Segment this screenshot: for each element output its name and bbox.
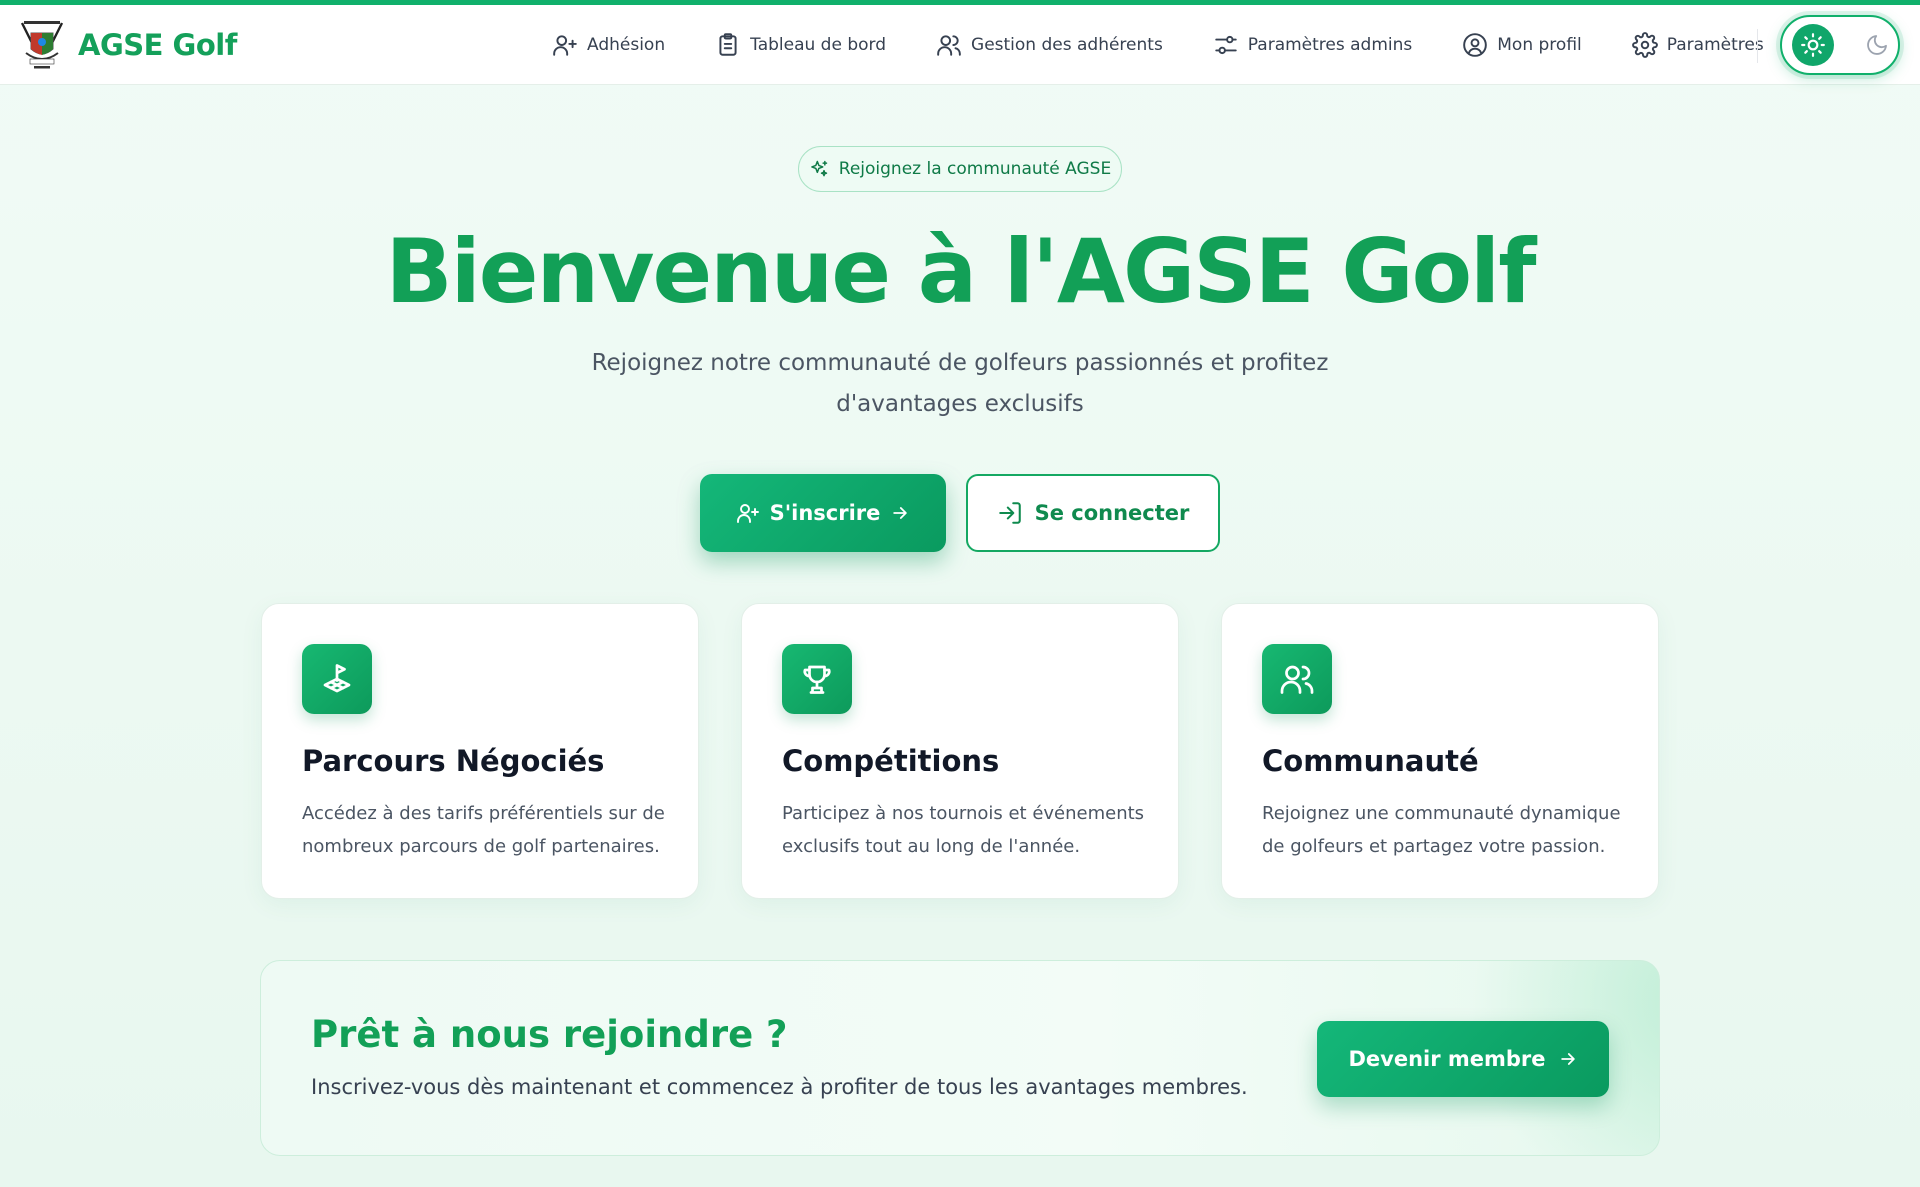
- become-member-button[interactable]: Devenir membre: [1317, 1021, 1609, 1097]
- feature-description-line: Participez à nos tournois et événements: [782, 803, 1145, 824]
- login-button-label: Se connecter: [1034, 501, 1190, 525]
- feature-description-line: Rejoignez une communauté dynamique: [1262, 803, 1621, 824]
- feature-title: Compétitions: [782, 744, 1000, 778]
- badge-text: Rejoignez la communauté AGSE: [838, 159, 1112, 179]
- nav-item-mon-profil[interactable]: Mon profil: [1462, 32, 1582, 58]
- users-icon: [1280, 665, 1314, 694]
- theme-toggle[interactable]: [1780, 15, 1900, 75]
- feature-description: Rejoignez une communauté dynamique de go…: [1262, 797, 1637, 863]
- signup-button-label: S'inscrire: [769, 501, 881, 525]
- nav-divider: [1757, 29, 1758, 63]
- user-circle-icon: [1463, 33, 1488, 57]
- log-in-icon: [998, 502, 1021, 524]
- nav-label: Tableau de bord: [750, 35, 887, 55]
- nav-label: Paramètres admins: [1247, 35, 1413, 55]
- nav-item-adhesion[interactable]: Adhésion: [552, 32, 665, 58]
- arrow-right-icon: [893, 507, 908, 519]
- feature-icon-badge: [1262, 644, 1332, 714]
- user-plus-icon: [736, 504, 759, 523]
- brand[interactable]: AGSE Golf: [18, 19, 237, 71]
- feature-card-competitions: Compétitions Participez à nos tournois e…: [741, 603, 1179, 899]
- sliders-icon: [1215, 35, 1237, 55]
- hero-subtitle-line2: d'avantages exclusifs: [836, 391, 1084, 417]
- light-mode-button[interactable]: [1792, 24, 1834, 66]
- nav-item-parametres[interactable]: Paramètres: [1631, 32, 1764, 58]
- feature-card-parcours: Parcours Négociés Accédez à des tarifs p…: [261, 603, 699, 899]
- dark-mode-button[interactable]: [1862, 30, 1892, 60]
- golf-flag-icon: [323, 664, 351, 693]
- become-member-label: Devenir membre: [1348, 1047, 1546, 1071]
- feature-icon-badge: [782, 644, 852, 714]
- cta-banner: Prêt à nous rejoindre ? Inscrivez-vous d…: [260, 960, 1660, 1156]
- nav-label: Mon profil: [1497, 35, 1582, 55]
- arrow-right-icon: [1560, 1053, 1575, 1065]
- user-plus-icon: [553, 35, 577, 56]
- nav-label: Adhésion: [587, 35, 666, 55]
- feature-description-line: Accédez à des tarifs préférentiels sur d…: [302, 803, 665, 824]
- hero-subtitle-line1: Rejoignez notre communauté de golfeurs p…: [591, 350, 1329, 376]
- feature-icon-badge: [302, 644, 372, 714]
- gear-icon: [1631, 32, 1658, 58]
- clipboard-icon: [719, 33, 737, 56]
- page-title: Bienvenue à l'AGSE Golf: [385, 220, 1537, 323]
- moon-icon: [1867, 35, 1887, 55]
- login-button[interactable]: Se connecter: [966, 474, 1220, 552]
- golf-club-crest-logo: [20, 21, 64, 69]
- cta-title: Prêt à nous rejoindre ?: [311, 1013, 788, 1056]
- feature-title: Parcours Négociés: [302, 744, 605, 778]
- nav-item-parametres-admins[interactable]: Paramètres admins: [1213, 32, 1412, 58]
- trophy-icon: [803, 665, 831, 694]
- hero-subtitle: Rejoignez notre communauté de golfeurs p…: [560, 343, 1360, 425]
- users-icon: [937, 35, 961, 56]
- cta-subtitle: Inscrivez-vous dès maintenant et commenc…: [311, 1075, 1248, 1099]
- top-navbar: AGSE Golf Adhésion Tableau de bord Gesti…: [0, 5, 1920, 85]
- sparkles-icon: [810, 160, 828, 177]
- feature-description: Accédez à des tarifs préférentiels sur d…: [302, 797, 677, 863]
- feature-description-line: nombreux parcours de golf partenaires.: [302, 836, 660, 857]
- brand-name: AGSE Golf: [78, 28, 237, 62]
- main-nav: Adhésion Tableau de bord Gestion des adh…: [552, 5, 1814, 85]
- sun-icon: [1801, 33, 1825, 57]
- nav-label: Paramètres: [1666, 35, 1764, 55]
- nav-label: Gestion des adhérents: [971, 35, 1163, 55]
- feature-card-communaute: Communauté Rejoignez une communauté dyna…: [1221, 603, 1659, 899]
- nav-item-gestion-adherents[interactable]: Gestion des adhérents: [936, 32, 1163, 58]
- feature-title: Communauté: [1262, 744, 1479, 778]
- signup-button[interactable]: S'inscrire: [700, 474, 946, 552]
- nav-item-tableau-de-bord[interactable]: Tableau de bord: [715, 32, 886, 58]
- feature-description-line: de golfeurs et partagez votre passion.: [1262, 836, 1606, 857]
- feature-description-line: exclusifs tout au long de l'année.: [782, 836, 1081, 857]
- feature-description: Participez à nos tournois et événements …: [782, 797, 1157, 863]
- community-badge: Rejoignez la communauté AGSE: [798, 146, 1122, 192]
